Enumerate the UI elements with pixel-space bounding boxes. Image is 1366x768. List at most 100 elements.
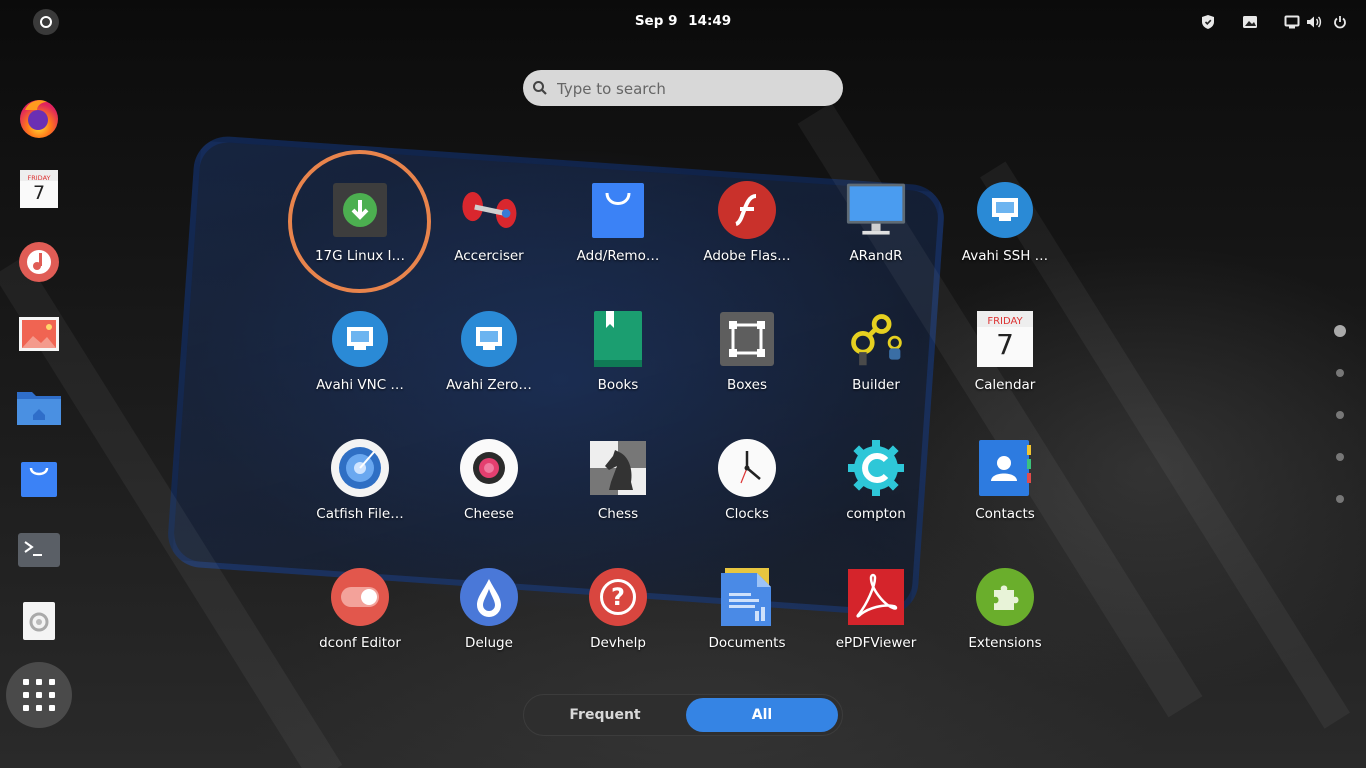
app-arandr[interactable]: ARandR: [816, 180, 936, 290]
app-17g-linux-installer[interactable]: 17G Linux I…: [300, 180, 420, 290]
app-label: ePDFViewer: [835, 635, 917, 651]
shield-icon[interactable]: [1199, 13, 1217, 31]
app-boxes[interactable]: Boxes: [687, 309, 807, 419]
app-label: compton: [846, 506, 906, 522]
display-icon[interactable]: [1283, 13, 1301, 31]
app-avahi-vnc[interactable]: Avahi VNC …: [300, 309, 420, 419]
app-clocks[interactable]: Clocks: [687, 438, 807, 548]
app-avahi-ssh[interactable]: Avahi SSH …: [945, 180, 1065, 290]
cheese-icon: [460, 439, 518, 497]
page-indicator-2[interactable]: [1336, 369, 1344, 377]
folder-icon: [17, 392, 61, 425]
flash-icon: [718, 181, 776, 239]
frequent-button[interactable]: Frequent: [528, 698, 682, 732]
dock-files[interactable]: [16, 384, 62, 430]
app-chess[interactable]: Chess: [558, 438, 678, 548]
dock-calendar-weekday: FRIDAY: [27, 174, 51, 182]
app-devhelp[interactable]: ? Devhelp: [558, 567, 678, 677]
pdf-icon: [848, 569, 904, 625]
app-label: Devhelp: [590, 635, 646, 651]
app-label: Deluge: [465, 635, 513, 651]
book-icon: [594, 311, 642, 367]
boxes-icon: [720, 312, 774, 366]
app-accerciser[interactable]: Accerciser: [429, 180, 549, 290]
search-input[interactable]: [555, 74, 839, 104]
builder-icon: [851, 314, 902, 366]
page-indicator-3[interactable]: [1336, 411, 1344, 419]
search-icon: [533, 81, 547, 95]
app-label: Cheese: [464, 506, 514, 522]
app-adobe-flash[interactable]: Adobe Flas…: [687, 180, 807, 290]
top-bar: Sep 9 14:49: [0, 0, 1366, 44]
power-icon[interactable]: [1331, 13, 1349, 31]
app-label: Extensions: [968, 635, 1042, 651]
view-switcher: Frequent All: [523, 694, 843, 736]
app-documents[interactable]: Documents: [687, 567, 807, 677]
network-icon: [461, 311, 517, 367]
app-label: Books: [597, 377, 639, 393]
wallpaper: [0, 0, 1366, 768]
app-catfish[interactable]: Catfish File…: [300, 438, 420, 548]
app-cheese[interactable]: Cheese: [429, 438, 549, 548]
app-label: Chess: [597, 506, 639, 522]
dock-software[interactable]: [16, 455, 62, 501]
calendar-weekday: FRIDAY: [987, 316, 1023, 327]
grid-icon: [23, 679, 55, 711]
app-builder[interactable]: Builder: [816, 309, 936, 419]
show-applications-button[interactable]: [6, 662, 72, 728]
app-label: Builder: [852, 377, 900, 393]
contacts-icon: [979, 440, 1031, 496]
deluge-icon: [460, 568, 518, 626]
app-calendar[interactable]: FRIDAY 7 Calendar: [945, 309, 1065, 419]
all-button[interactable]: All: [686, 698, 838, 732]
clock-date: Sep 9: [634, 13, 678, 29]
app-label: Avahi Zero…: [446, 377, 532, 393]
document-icon: [721, 568, 771, 626]
page-indicator-1[interactable]: [1334, 325, 1346, 337]
shopping-bag-icon: [21, 462, 57, 497]
app-label: Clocks: [725, 506, 769, 522]
clock[interactable]: Sep 9 14:49: [0, 13, 1366, 29]
page-indicator-4[interactable]: [1336, 453, 1344, 461]
search-bar[interactable]: [523, 70, 843, 106]
app-add-remove[interactable]: Add/Remo…: [558, 180, 678, 290]
app-label: Documents: [708, 635, 786, 651]
clock-icon: [718, 439, 776, 497]
dock-trash[interactable]: [16, 598, 62, 644]
app-deluge[interactable]: Deluge: [429, 567, 549, 677]
dock-terminal[interactable]: [16, 527, 62, 573]
dock-music[interactable]: [16, 239, 62, 285]
app-label: Accerciser: [454, 248, 524, 264]
app-label: dconf Editor: [319, 635, 401, 651]
image-icon: [19, 317, 59, 351]
toggle-icon: [331, 568, 389, 626]
app-epdfviewer[interactable]: ePDFViewer: [816, 567, 936, 677]
dock-calendar-day: 7: [32, 182, 46, 204]
app-books[interactable]: Books: [558, 309, 678, 419]
app-label: Avahi VNC …: [316, 377, 404, 393]
app-dconf-editor[interactable]: dconf Editor: [300, 567, 420, 677]
app-extensions[interactable]: Extensions: [945, 567, 1065, 677]
dock-calendar[interactable]: FRIDAY 7: [16, 166, 62, 212]
catfish-icon: [331, 439, 389, 497]
volume-icon[interactable]: [1305, 13, 1323, 31]
terminal-icon: [18, 533, 60, 567]
network-icon: [332, 311, 388, 367]
calendar-day: 7: [996, 328, 1014, 361]
music-icon: [19, 242, 59, 282]
puzzle-icon: [976, 568, 1034, 626]
page-indicator-5[interactable]: [1336, 495, 1344, 503]
app-compton[interactable]: compton: [816, 438, 936, 548]
app-avahi-zeroconf[interactable]: Avahi Zero…: [429, 309, 549, 419]
dock-firefox[interactable]: [16, 95, 62, 141]
monitor-icon: [846, 183, 906, 235]
app-label: Catfish File…: [316, 506, 404, 522]
app-label: 17G Linux I…: [314, 248, 406, 264]
clock-time: 14:49: [688, 13, 732, 29]
help-icon: ?: [589, 568, 647, 626]
trash-icon: [23, 602, 55, 640]
screenshot-icon[interactable]: [1241, 13, 1259, 31]
app-label: Contacts: [975, 506, 1035, 522]
app-contacts[interactable]: Contacts: [945, 438, 1065, 548]
dock-image-viewer[interactable]: [16, 311, 62, 357]
